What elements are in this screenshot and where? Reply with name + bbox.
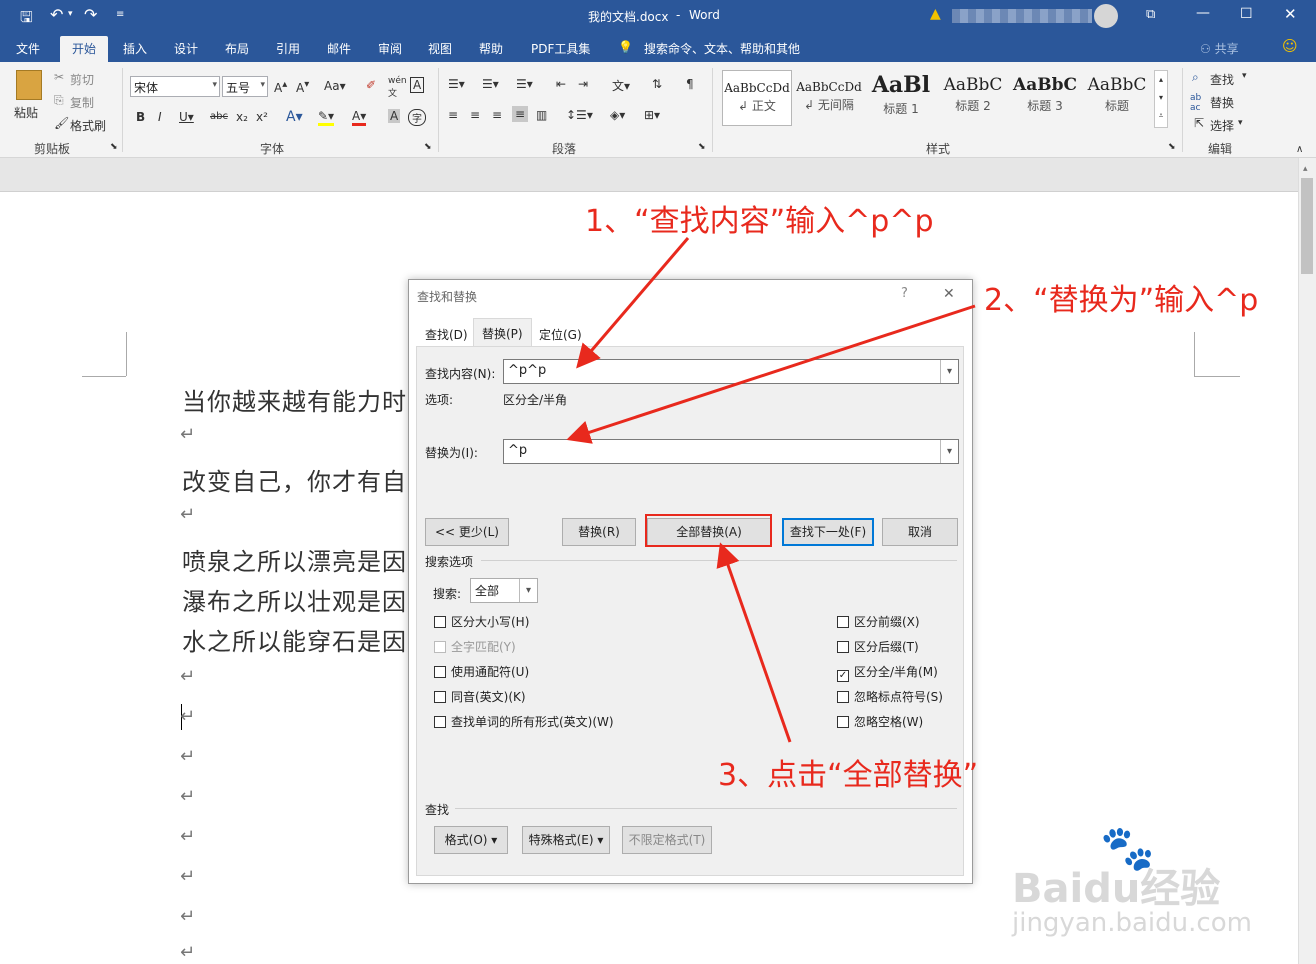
annotation-step3: 3、点击“全部替换” [718, 758, 979, 793]
arrow-step2 [566, 304, 976, 444]
arrow-step1 [576, 237, 690, 369]
annotation-step2: 2、“替换为”输入^p [984, 283, 1259, 318]
annotation-arrows [566, 237, 976, 743]
arrow-step3 [716, 542, 792, 743]
annotation-step1: 1、“查找内容”输入^p^p [585, 204, 934, 239]
